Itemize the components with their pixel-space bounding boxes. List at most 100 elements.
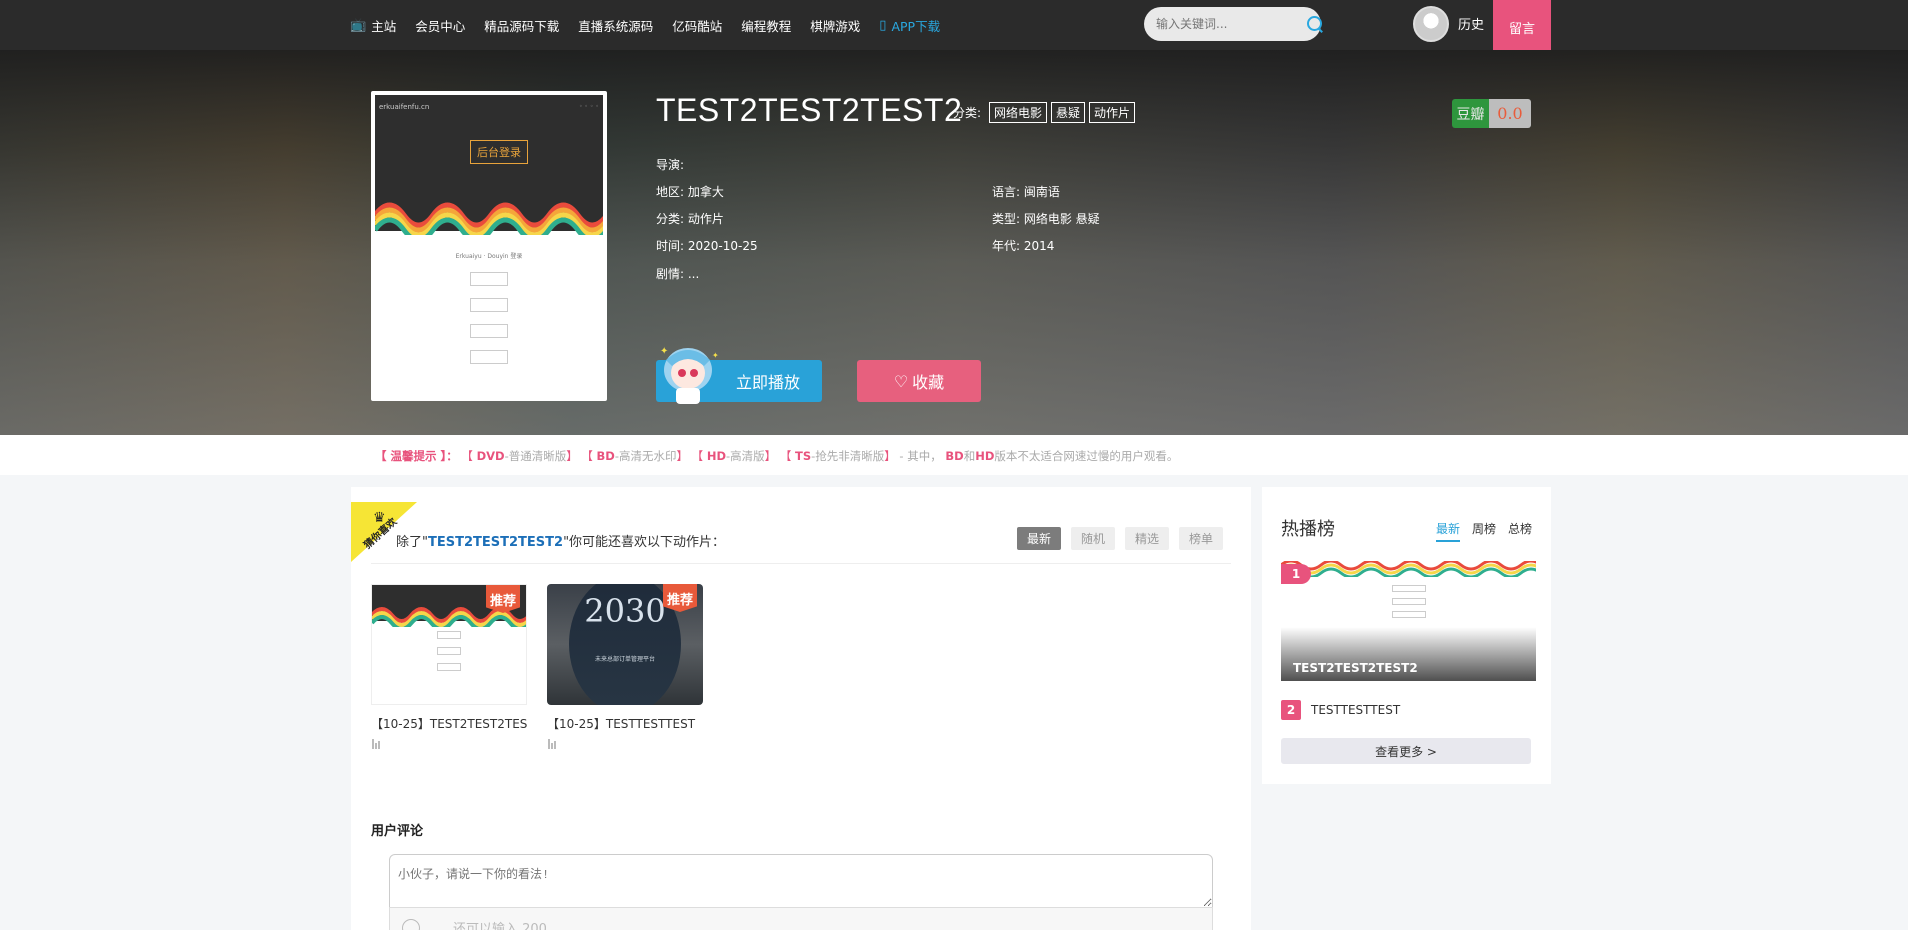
hot-list-tabs: 最新 周榜 总榜 (1436, 520, 1532, 542)
tab-ranking[interactable]: 榜单 (1179, 527, 1224, 550)
plot-info: 剧情: ... (656, 267, 700, 281)
rainbow-wave-graphic (375, 202, 603, 235)
recommend-title: 除了"TEST2TEST2TEST2"你可能还喜欢以下动作片： (396, 531, 725, 550)
tab-featured[interactable]: 精选 (1125, 527, 1170, 550)
nav-item-label: 精品源码下载 (484, 18, 560, 34)
hot-item-title[interactable]: TESTTESTTEST (1311, 703, 1400, 717)
play-now-label: 立即播放 (736, 373, 801, 392)
tip-tail-prefix: - 其中， (899, 449, 942, 463)
poster-form-hint: Erkuaiyu · Douyin 登录 (455, 253, 523, 260)
recommend-highlight[interactable]: TEST2TEST2TEST2 (428, 535, 563, 550)
category-tag[interactable]: 动作片 (1089, 102, 1136, 123)
phone-icon: ▯ (879, 17, 887, 33)
hot-tab-latest[interactable]: 最新 (1436, 520, 1461, 542)
poster-form-field (470, 298, 508, 312)
poster-ui-dots: ◦ ◦ ◦ ◦ (579, 103, 599, 110)
tip-lead: 【 温馨提示 】： (375, 449, 458, 463)
douban-score: 0.0 (1489, 99, 1531, 128)
hot-list-title: 热播榜 (1281, 519, 1335, 540)
poster-badge: 后台登录 (470, 140, 528, 164)
year-info: 年代: 2014 (992, 239, 1055, 253)
tip-desc: -高清版 (726, 449, 765, 463)
movie-poster[interactable]: erkuaifenfu.cn ◦ ◦ ◦ ◦ 后台登录 Erkuaiyu · D… (371, 91, 607, 401)
poster-form-field (437, 631, 461, 639)
category-info: 分类: 动作片 (656, 212, 724, 226)
poster-form-field (1391, 585, 1426, 592)
recommend-thumbnail[interactable]: 推荐 (371, 584, 527, 705)
nav-item-live-source[interactable]: 直播系统源码 (578, 16, 653, 35)
divider (371, 563, 1231, 564)
nav-item-app-download[interactable]: ▯ APP下载 (879, 16, 940, 35)
type-info: 类型: 网络电影 悬疑 (992, 212, 1100, 226)
anime-mascot-image: ✦ ✦ (660, 346, 719, 404)
hot-item-cover[interactable]: TEST2TEST2TEST2 (1281, 561, 1536, 681)
tip-desc: -抢先非清晰版 (811, 449, 885, 463)
director-info: 导演: (656, 158, 685, 172)
rank-badge: 1 (1281, 564, 1311, 584)
nav-item-label: 亿码酷站 (672, 18, 723, 34)
avatar[interactable] (1413, 6, 1449, 42)
recommend-badge: 推荐 (486, 585, 520, 613)
poster-form-field (470, 324, 508, 338)
poster-form-field (470, 350, 508, 364)
movie-title: TEST2TEST2TEST2 (656, 92, 963, 128)
view-more-button[interactable]: 查看更多 > (1281, 738, 1531, 764)
stats-bars-icon (548, 739, 558, 749)
hot-tab-weekly[interactable]: 周榜 (1472, 520, 1496, 542)
thumbnail-sub-text: 未来总部订单管理平台 (594, 656, 655, 663)
thumbnail-caption[interactable]: 【10-25】TEST2TEST2TEST2 (371, 715, 527, 732)
top-nav: 📺 主站 会员中心 精品源码下载 直播系统源码 亿码酷站 编程教程 棋牌游戏 ▯… (0, 0, 1908, 54)
guestbook-button[interactable]: 留言 (1493, 0, 1551, 54)
tip-desc: -高清无水印 (614, 449, 677, 463)
douban-rating: 豆瓣 0.0 (1452, 99, 1531, 128)
nav-item-tutorials[interactable]: 编程教程 (741, 16, 791, 35)
category-tags: 网络电影 悬疑 动作片 (989, 102, 1136, 123)
search-box (1144, 7, 1322, 41)
stats-bars-icon (372, 739, 382, 749)
recommend-suffix: "你可能还喜欢以下动作片： (563, 535, 726, 550)
category-tag[interactable]: 网络电影 (989, 102, 1048, 123)
emoji-icon[interactable] (402, 919, 420, 930)
tip-code: DVD (476, 449, 505, 463)
tip-desc: -普通清晰版 (504, 449, 567, 463)
poster-form-field (470, 272, 508, 286)
search-input[interactable] (1156, 17, 1306, 31)
poster-form-field (1391, 598, 1426, 605)
recommend-thumbnail[interactable]: 2030 未来总部订单管理平台 推荐 (547, 584, 703, 705)
nav-links: 📺 主站 会员中心 精品源码下载 直播系统源码 亿码酷站 编程教程 棋牌游戏 ▯… (350, 0, 940, 50)
comment-char-counter: 还可以输入 200 (453, 922, 547, 930)
hot-tab-total[interactable]: 总榜 (1508, 520, 1532, 542)
tab-random[interactable]: 随机 (1071, 527, 1116, 550)
comments-title: 用户评论 (371, 824, 424, 839)
language-info: 语言: 闽南语 (992, 185, 1060, 199)
time-info: 时间: 2020-10-25 (656, 239, 758, 253)
poster-header: erkuaifenfu.cn ◦ ◦ ◦ ◦ 后台登录 (375, 95, 603, 235)
nav-item-label: 直播系统源码 (578, 18, 654, 34)
nav-item-home[interactable]: 📺 主站 (350, 16, 396, 35)
nav-item-label: 棋牌游戏 (810, 18, 861, 34)
nav-item-member[interactable]: 会员中心 (415, 16, 465, 35)
tab-latest[interactable]: 最新 (1017, 527, 1062, 550)
nav-item-label: 编程教程 (741, 18, 792, 34)
favorite-label: 收藏 (912, 373, 945, 392)
nav-item-label: APP下载 (891, 18, 941, 34)
thumbnail-caption[interactable]: 【10-25】TESTTESTTEST (547, 715, 717, 732)
category-tag[interactable]: 悬疑 (1051, 102, 1086, 123)
comment-input[interactable] (389, 854, 1213, 908)
history-link[interactable]: 历史 (1458, 14, 1484, 33)
recommend-badge: 推荐 (663, 584, 697, 612)
favorite-button[interactable]: ♡ 收藏 (857, 360, 981, 402)
hot-item-title: TEST2TEST2TEST2 (1293, 661, 1418, 675)
nav-item-games[interactable]: 棋牌游戏 (810, 16, 860, 35)
search-icon[interactable] (1306, 15, 1322, 33)
poster-form-field (437, 647, 461, 655)
tv-icon: 📺 (350, 17, 367, 33)
nav-item-cool-site[interactable]: 亿码酷站 (672, 16, 722, 35)
nav-item-source-download[interactable]: 精品源码下载 (484, 16, 559, 35)
tip-code: HD (706, 449, 726, 463)
crown-icon: ♛ (373, 510, 386, 526)
tip-tail-hd: HD (975, 449, 995, 463)
tip-code: TS (794, 449, 812, 463)
tip-tail-suffix: 版本不太适合网速过慢的用户观看。 (994, 449, 1179, 463)
tip-tail-bd: BD (945, 449, 964, 463)
